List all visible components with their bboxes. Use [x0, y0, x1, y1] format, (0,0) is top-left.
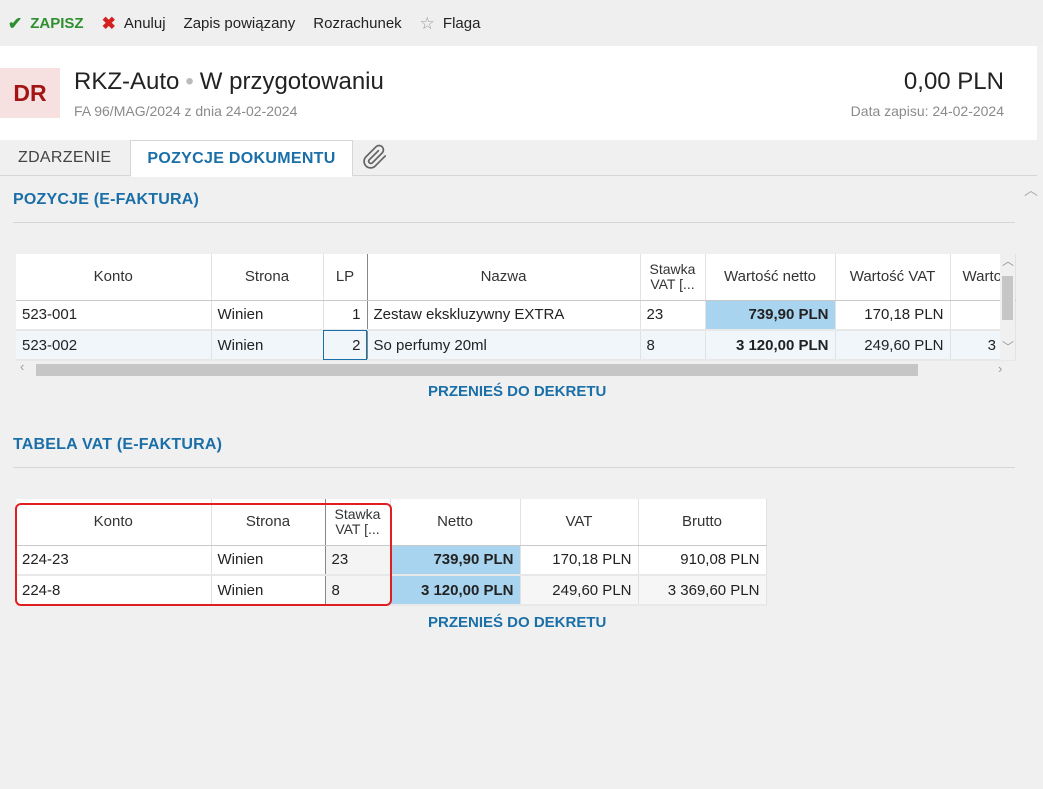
- column-header[interactable]: Konto: [16, 254, 212, 301]
- cell-lp[interactable]: 1: [323, 300, 368, 331]
- horizontal-scrollbar[interactable]: ‹ ›: [16, 359, 1015, 377]
- document-header: DR RKZ-Auto • W przygotowaniu FA 96/MAG/20…: [0, 46, 1037, 140]
- column-header[interactable]: VAT: [520, 499, 639, 546]
- cell-brutto[interactable]: 3 369,60 PLN: [638, 575, 767, 606]
- cell-nazwa[interactable]: So perfumy 20ml: [367, 330, 641, 361]
- document-status: W przygotowaniu: [199, 68, 384, 95]
- cancel-button[interactable]: ✖ Anuluj: [102, 15, 166, 32]
- column-header[interactable]: Stawka VAT [...: [640, 254, 706, 301]
- separator-dot-icon: •: [185, 68, 194, 95]
- column-header[interactable]: Wartość VAT: [835, 254, 951, 301]
- tab-event[interactable]: ZDARZENIE: [18, 140, 111, 176]
- cell-konto[interactable]: 224-8: [16, 575, 212, 606]
- scrollbar-thumb[interactable]: [1002, 276, 1013, 320]
- table-row[interactable]: 224-23 Winien 23 739,90 PLN 170,18 PLN 9…: [16, 545, 767, 576]
- scroll-right-arrow-icon[interactable]: ›: [998, 361, 1002, 376]
- cell-strona[interactable]: Winien: [211, 575, 326, 606]
- cell-stawka[interactable]: 23: [640, 300, 706, 331]
- close-icon: ✖: [101, 13, 116, 33]
- attachment-tab[interactable]: [362, 144, 388, 180]
- vat-table: Konto Strona Stawka VAT [... Netto VAT B…: [16, 499, 767, 606]
- column-header[interactable]: Konto: [16, 499, 212, 546]
- page-title: RKZ-Auto • W przygotowaniu: [74, 68, 384, 96]
- tab-document-positions[interactable]: POZYCJE DOKUMENTU: [130, 140, 353, 177]
- divider: [13, 467, 1015, 468]
- column-header[interactable]: Strona: [211, 499, 326, 546]
- save-label: ZAPISZ: [30, 14, 84, 32]
- cell-stawka[interactable]: 8: [640, 330, 706, 361]
- cell-konto[interactable]: 523-001: [16, 300, 212, 331]
- flag-button[interactable]: ☆ Flaga: [420, 15, 481, 32]
- cancel-label: Anuluj: [123, 14, 166, 32]
- scroll-up-arrow-icon[interactable]: ︿: [1002, 252, 1014, 269]
- linked-record-label: Zapis powiązany: [183, 14, 296, 32]
- positions-section-title: POZYCJE (E-FAKTURA): [13, 191, 200, 208]
- cell-vat[interactable]: 249,60 PLN: [835, 330, 951, 361]
- document-title: RKZ-Auto: [74, 68, 180, 95]
- table-row[interactable]: 523-001 Winien 1 Zestaw ekskluzywny EXTR…: [16, 300, 1016, 331]
- paperclip-icon: [363, 144, 387, 169]
- column-header[interactable]: Netto: [390, 499, 521, 546]
- cell-netto[interactable]: 739,90 PLN: [390, 545, 521, 576]
- cell-netto[interactable]: 3 120,00 PLN: [390, 575, 521, 606]
- cell-konto[interactable]: 523-002: [16, 330, 212, 361]
- record-date: Data zapisu: 24-02-2024: [850, 103, 1004, 119]
- cell-vat[interactable]: 170,18 PLN: [520, 545, 639, 576]
- document-subtitle: FA 96/MAG/2024 z dnia 24-02-2024: [74, 103, 298, 119]
- transfer-to-decree-button[interactable]: PRZENIEŚ DO DEKRETU: [428, 383, 606, 400]
- cell-nazwa[interactable]: Zestaw ekskluzywny EXTRA: [367, 300, 641, 331]
- cell-strona[interactable]: Winien: [211, 330, 324, 361]
- checkmark-icon: ✔: [8, 13, 23, 33]
- document-type-badge: DR: [0, 68, 60, 118]
- column-header[interactable]: LP: [323, 254, 368, 301]
- flag-label: Flaga: [442, 14, 481, 32]
- cell-vat[interactable]: 170,18 PLN: [835, 300, 951, 331]
- star-icon: ☆: [419, 13, 435, 33]
- positions-table: Konto Strona LP Nazwa Stawka VAT [... Wa…: [16, 254, 1016, 361]
- table-row[interactable]: 224-8 Winien 8 3 120,00 PLN 249,60 PLN 3…: [16, 575, 767, 606]
- cell-konto[interactable]: 224-23: [16, 545, 212, 576]
- settlement-button[interactable]: Rozrachunek: [313, 15, 401, 32]
- cell-stawka[interactable]: 8: [325, 575, 391, 606]
- table-header-row: Konto Strona LP Nazwa Stawka VAT [... Wa…: [16, 254, 1016, 301]
- scroll-down-arrow-icon[interactable]: ﹀: [1002, 338, 1014, 355]
- column-header[interactable]: Stawka VAT [...: [325, 499, 391, 546]
- save-button[interactable]: ✔ ZAPISZ: [8, 15, 84, 32]
- divider: [13, 222, 1015, 223]
- cell-brutto[interactable]: 910,08 PLN: [638, 545, 767, 576]
- column-header[interactable]: Brutto: [638, 499, 767, 546]
- toolbar: ✔ ZAPISZ ✖ Anuluj Zapis powiązany Rozrac…: [0, 0, 1043, 46]
- cell-strona[interactable]: Winien: [211, 300, 324, 331]
- column-header[interactable]: Wartość netto: [705, 254, 836, 301]
- settlement-label: Rozrachunek: [313, 14, 402, 32]
- scroll-left-arrow-icon[interactable]: ‹: [20, 359, 24, 374]
- vat-section-title: TABELA VAT (E-FAKTURA): [13, 436, 223, 453]
- cell-stawka[interactable]: 23: [325, 545, 391, 576]
- cell-vat[interactable]: 249,60 PLN: [520, 575, 639, 606]
- cell-netto[interactable]: 739,90 PLN: [705, 300, 836, 331]
- linked-record-button[interactable]: Zapis powiązany: [184, 15, 296, 32]
- transfer-to-decree-button[interactable]: PRZENIEŚ DO DEKRETU: [428, 614, 606, 631]
- scrollbar-thumb[interactable]: [36, 364, 918, 376]
- cell-strona[interactable]: Winien: [211, 545, 326, 576]
- document-amount: 0,00 PLN: [903, 68, 1004, 95]
- table-row[interactable]: 523-002 Winien 2 So perfumy 20ml 8 3 120…: [16, 330, 1016, 361]
- cell-netto[interactable]: 3 120,00 PLN: [705, 330, 836, 361]
- scroll-up-icon[interactable]: ︿: [1024, 180, 1038, 200]
- column-header[interactable]: Nazwa: [367, 254, 641, 301]
- vertical-scrollbar[interactable]: ︿ ﹀: [1000, 254, 1015, 360]
- table-header-row: Konto Strona Stawka VAT [... Netto VAT B…: [16, 499, 767, 546]
- tab-bar: ZDARZENIE POZYCJE DOKUMENTU: [0, 140, 1037, 177]
- cell-lp[interactable]: 2: [323, 330, 368, 361]
- column-header[interactable]: Strona: [211, 254, 324, 301]
